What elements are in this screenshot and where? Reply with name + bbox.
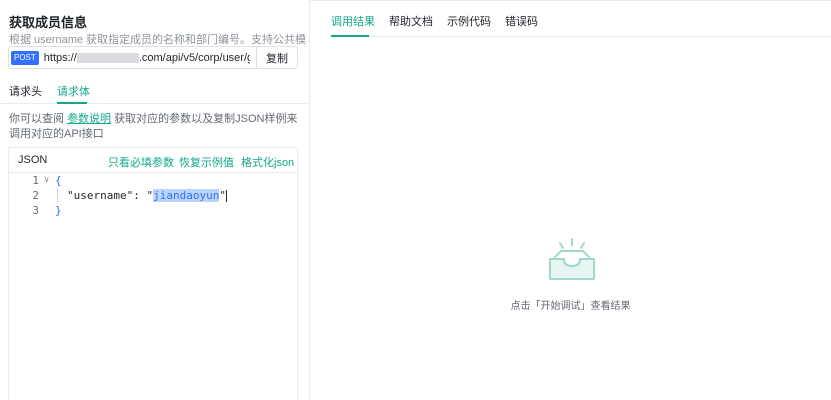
tab-error-codes[interactable]: 错误码 — [505, 13, 538, 29]
request-tabs: 请求头 请求体 — [0, 80, 309, 104]
code-line: 1 ∨ { — [32, 173, 62, 188]
tab-headers[interactable]: 请求头 — [9, 83, 42, 99]
tab-help-docs[interactable]: 帮助文档 — [389, 13, 433, 29]
line-number: 2 — [32, 189, 39, 202]
code-line: 2 "username": "jiandaoyun" — [32, 188, 227, 203]
api-description: 根据 username 获取指定成员的名称和部门编号。支持公共模式和... — [9, 34, 307, 46]
redacted-domain — [76, 52, 139, 63]
result-tabs: 调用结果 帮助文档 示例代码 错误码 — [330, 0, 831, 37]
json-key: "username": " — [67, 189, 154, 202]
copy-button[interactable]: 复制 — [256, 46, 298, 69]
method-badge: POST — [11, 50, 39, 65]
json-editor[interactable]: JSON 只看必填参数 恢复示例值 格式化json 1 ∨ { 2 "usern… — [8, 147, 298, 400]
active-tab-indicator — [331, 35, 369, 37]
request-panel: 获取成员信息 根据 username 获取指定成员的名称和部门编号。支持公共模式… — [0, 0, 310, 400]
code-line: 3 } — [32, 204, 62, 217]
url-field[interactable]: https://.com/api/v5/corp/user/get — [44, 52, 250, 64]
line-number: 3 — [32, 204, 39, 217]
tab-body[interactable]: 请求体 — [57, 83, 90, 99]
fold-chevron-icon[interactable]: ∨ — [44, 173, 49, 188]
url-bar: POST https://.com/api/v5/corp/user/get 复… — [8, 46, 298, 69]
restore-example-button[interactable]: 恢复示例值 — [179, 154, 234, 170]
active-tab-indicator — [57, 102, 87, 104]
text-cursor — [225, 190, 227, 202]
indent-guide — [57, 188, 58, 203]
selected-value: jiandaoyun — [153, 189, 220, 202]
tab-sample-code[interactable]: 示例代码 — [447, 13, 491, 29]
required-only-button[interactable]: 只看必填参数 — [108, 154, 174, 170]
format-json-button[interactable]: 格式化json — [241, 154, 294, 170]
editor-label: JSON — [18, 154, 48, 166]
empty-state-text: 点击「开始调试」查看结果 — [510, 301, 631, 312]
result-panel: 调用结果 帮助文档 示例代码 错误码 点击「开始调试」查看结果 — [310, 0, 831, 400]
line-number: 1 — [32, 174, 39, 187]
tab-call-result[interactable]: 调用结果 — [331, 13, 375, 29]
page-title: 获取成员信息 — [9, 15, 88, 30]
code-area[interactable]: 1 ∨ { 2 "username": "jiandaoyun" 3 } — [9, 173, 297, 218]
empty-inbox-icon — [549, 238, 595, 280]
editor-toolbar: JSON 只看必填参数 恢复示例值 格式化json — [9, 148, 297, 173]
param-docs-link[interactable]: 参数说明 — [67, 113, 111, 125]
param-hint: 你可以查阅 参数说明 获取对应的参数以及复制JSON样例来调用对应的API接口 — [9, 113, 298, 140]
